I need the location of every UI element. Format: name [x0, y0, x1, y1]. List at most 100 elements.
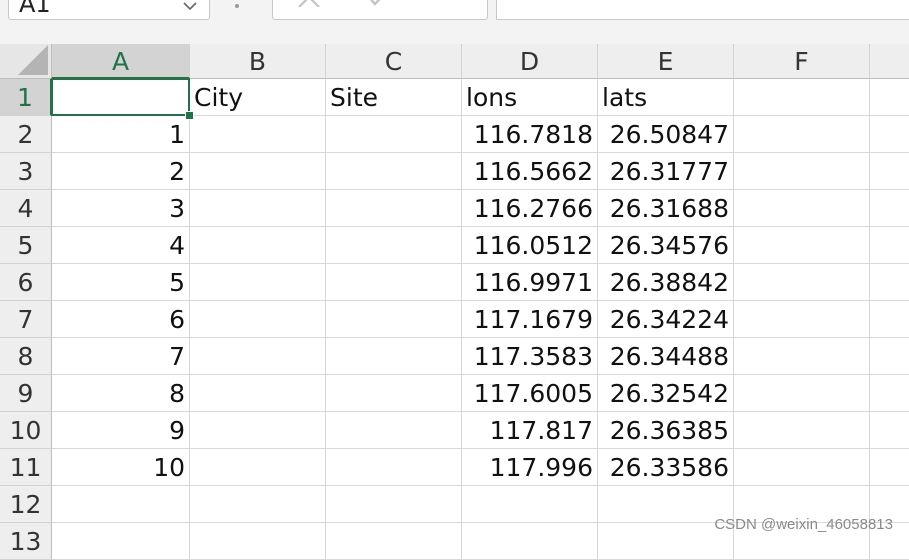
cell-a4[interactable]: 3 [52, 190, 190, 227]
row-header-8[interactable]: 8 [0, 338, 52, 375]
cell-f8[interactable] [734, 338, 870, 375]
name-box[interactable]: A1 [8, 0, 210, 20]
cell-a1[interactable] [52, 79, 190, 116]
column-header-e[interactable]: E [598, 44, 734, 79]
cell-b3[interactable] [190, 153, 326, 190]
cell-c10[interactable] [326, 412, 462, 449]
cell-a3[interactable]: 2 [52, 153, 190, 190]
cell-c9[interactable] [326, 375, 462, 412]
column-header-c[interactable]: C [326, 44, 462, 79]
cell-d13[interactable] [462, 523, 598, 560]
cell-d1[interactable]: lons [462, 79, 598, 116]
row-header-11[interactable]: 11 [0, 449, 52, 486]
cell-e3[interactable]: 26.31777 [598, 153, 734, 190]
cell-f5[interactable] [734, 227, 870, 264]
cell-b7[interactable] [190, 301, 326, 338]
cell-c7[interactable] [326, 301, 462, 338]
row-header-6[interactable]: 6 [0, 264, 52, 301]
cell-a2[interactable]: 1 [52, 116, 190, 153]
cell-e2[interactable]: 26.50847 [598, 116, 734, 153]
cell-e10[interactable]: 26.36385 [598, 412, 734, 449]
cell-b12[interactable] [190, 486, 326, 523]
cell-d5[interactable]: 116.0512 [462, 227, 598, 264]
column-header-f[interactable]: F [734, 44, 870, 79]
row-header-9[interactable]: 9 [0, 375, 52, 412]
cell-e4[interactable]: 26.31688 [598, 190, 734, 227]
cell-b4[interactable] [190, 190, 326, 227]
cell-f10[interactable] [734, 412, 870, 449]
cell-c12[interactable] [326, 486, 462, 523]
cell-c13[interactable] [326, 523, 462, 560]
cell-c3[interactable] [326, 153, 462, 190]
cell-d10[interactable]: 117.817 [462, 412, 598, 449]
cell-b2[interactable] [190, 116, 326, 153]
column-header-a[interactable]: A [52, 44, 190, 79]
cell-e8[interactable]: 26.34488 [598, 338, 734, 375]
row-header-4[interactable]: 4 [0, 190, 52, 227]
cell-d8[interactable]: 117.3583 [462, 338, 598, 375]
cell-d11[interactable]: 117.996 [462, 449, 598, 486]
check-icon[interactable] [365, 0, 393, 11]
cell-a10[interactable]: 9 [52, 412, 190, 449]
cell-b13[interactable] [190, 523, 326, 560]
cell-f6[interactable] [734, 264, 870, 301]
cell-d3[interactable]: 116.5662 [462, 153, 598, 190]
row-header-1[interactable]: 1 [0, 79, 52, 116]
column-header-d[interactable]: D [462, 44, 598, 79]
cell-f1[interactable] [734, 79, 870, 116]
formula-input[interactable] [496, 0, 909, 20]
cell-f7[interactable] [734, 301, 870, 338]
cell-c4[interactable] [326, 190, 462, 227]
cell-a5[interactable]: 4 [52, 227, 190, 264]
row-header-3[interactable]: 3 [0, 153, 52, 190]
cell-a13[interactable] [52, 523, 190, 560]
cell-f2[interactable] [734, 116, 870, 153]
fx-icon[interactable]: fx [437, 0, 467, 5]
cell-b1[interactable]: City [190, 79, 326, 116]
cell-f4[interactable] [734, 190, 870, 227]
chevron-down-icon[interactable] [183, 0, 197, 14]
cell-d2[interactable]: 116.7818 [462, 116, 598, 153]
cell-a6[interactable]: 5 [52, 264, 190, 301]
row-header-12[interactable]: 12 [0, 486, 52, 523]
cell-d6[interactable]: 116.9971 [462, 264, 598, 301]
cell-e6[interactable]: 26.38842 [598, 264, 734, 301]
row-header-7[interactable]: 7 [0, 301, 52, 338]
cell-c8[interactable] [326, 338, 462, 375]
cell-e5[interactable]: 26.34576 [598, 227, 734, 264]
cell-e1[interactable]: lats [598, 79, 734, 116]
column-header-b[interactable]: B [190, 44, 326, 79]
cell-e9[interactable]: 26.32542 [598, 375, 734, 412]
cell-a11[interactable]: 10 [52, 449, 190, 486]
row-header-2[interactable]: 2 [0, 116, 52, 153]
more-options-icon[interactable] [234, 0, 240, 14]
cell-c5[interactable] [326, 227, 462, 264]
cell-a12[interactable] [52, 486, 190, 523]
cell-b6[interactable] [190, 264, 326, 301]
cell-d9[interactable]: 117.6005 [462, 375, 598, 412]
close-icon[interactable] [295, 0, 323, 11]
cell-a8[interactable]: 7 [52, 338, 190, 375]
row-header-5[interactable]: 5 [0, 227, 52, 264]
row-header-10[interactable]: 10 [0, 412, 52, 449]
cell-c1[interactable]: Site [326, 79, 462, 116]
cell-e11[interactable]: 26.33586 [598, 449, 734, 486]
cell-f11[interactable] [734, 449, 870, 486]
cell-d12[interactable] [462, 486, 598, 523]
cell-d4[interactable]: 116.2766 [462, 190, 598, 227]
cell-c6[interactable] [326, 264, 462, 301]
cell-b9[interactable] [190, 375, 326, 412]
cell-b10[interactable] [190, 412, 326, 449]
fill-handle[interactable] [185, 111, 194, 120]
cell-a7[interactable]: 6 [52, 301, 190, 338]
cell-c2[interactable] [326, 116, 462, 153]
cell-c11[interactable] [326, 449, 462, 486]
select-all-button[interactable] [0, 44, 52, 79]
cell-b11[interactable] [190, 449, 326, 486]
cell-b8[interactable] [190, 338, 326, 375]
cell-f3[interactable] [734, 153, 870, 190]
cell-a9[interactable]: 8 [52, 375, 190, 412]
cell-f9[interactable] [734, 375, 870, 412]
cell-b5[interactable] [190, 227, 326, 264]
row-header-13[interactable]: 13 [0, 523, 52, 560]
